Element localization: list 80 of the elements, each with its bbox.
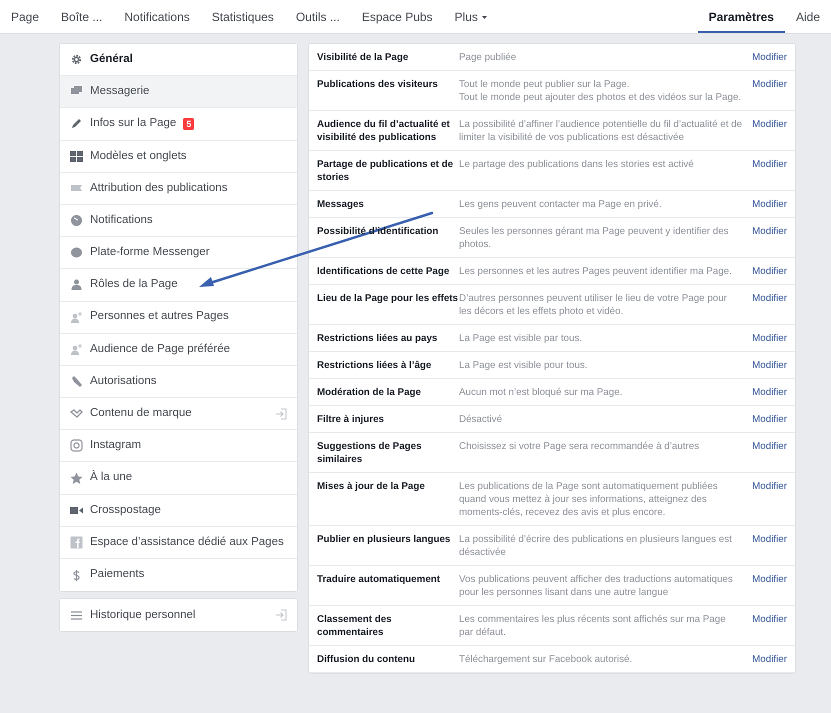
nav-tab[interactable]: Notifications	[113, 0, 201, 33]
setting-description: Les publications de la Page sont automatiquement publiées quand vous mettez à jour ses informations, atteignez des moments-clés, recevez des avis et plus encore.	[459, 480, 719, 519]
setting-label: Modération de la Page	[317, 386, 422, 399]
camera-icon	[70, 439, 83, 452]
setting-label: Classement des commentaires	[317, 613, 393, 639]
setting-description: D’autres personnes peuvent utiliser le lieu de votre Page pour les décors et les effets photo et vidéo.	[459, 292, 728, 318]
setting-label: Diffusion du contenu	[317, 653, 416, 666]
setting-label: Publier en plusieurs langues	[317, 533, 452, 547]
nav-tab[interactable]: Plus	[444, 0, 498, 33]
setting-label: Restrictions liées à l’âge	[317, 359, 432, 372]
edit-link[interactable]: Modifier	[752, 225, 787, 238]
setting-description: Tout le monde peut publier sur la Page. Tout le monde peut ajouter des photos et des vidéos sur la Page.	[459, 78, 742, 104]
setting-description: La Page est visible pour tous.	[459, 359, 589, 372]
edit-link[interactable]: Modifier	[752, 480, 787, 493]
setting-label: Identifications de cette Page	[317, 265, 450, 278]
edit-link[interactable]: Modifier	[752, 413, 787, 426]
sidebar-item[interactable]: Historique personnel	[60, 599, 297, 632]
edit-link[interactable]: Modifier	[752, 573, 787, 586]
setting-description: Les gens peuvent contacter ma Page en privé.	[459, 198, 663, 211]
setting-label: Filtre à injures	[317, 413, 385, 426]
setting-description: Désactivé	[459, 413, 504, 426]
speech-bubble-icon	[70, 246, 83, 260]
nav-tab[interactable]: Outils ...	[284, 0, 351, 33]
setting-label: Mises à jour de la Page	[317, 480, 426, 494]
nav-tab[interactable]: Paramètres	[698, 0, 785, 33]
edit-link[interactable]: Modifier	[752, 386, 787, 399]
setting-description: Le partage des publications dans les stories est activé	[459, 158, 695, 172]
person-plus-icon	[70, 310, 83, 324]
person-plus-icon	[70, 342, 83, 356]
nav-tab[interactable]: Aide	[784, 0, 831, 33]
setting-label: Traduire automatiquement	[317, 573, 442, 587]
setting-description: Seules les personnes gérant ma Page peuvent y identifier des photos.	[459, 225, 730, 251]
setting-description: Vos publications peuvent afficher des traductions automatiques pour les personnes lisant dans une autre langue	[459, 573, 734, 599]
setting-description: Les commentaires les plus récents sont affichés sur ma Page par défaut.	[459, 613, 727, 639]
setting-description: La possibilité d’écrire des publications en plusieurs langues est désactivée	[459, 533, 733, 559]
handshake-icon	[70, 407, 83, 420]
setting-description: Choisissez si votre Page sera recommandée à d’autres	[459, 440, 700, 454]
nav-tab[interactable]: Espace Pubs	[350, 0, 444, 33]
edit-link[interactable]: Modifier	[752, 613, 787, 626]
grid-icon	[70, 150, 83, 163]
setting-description: La Page est visible par tous.	[459, 332, 584, 345]
nav-tab[interactable]: Statistiques	[200, 0, 285, 33]
gear-icon	[70, 53, 83, 66]
edit-link[interactable]: Modifier	[752, 292, 787, 305]
nav-tab[interactable]: Page	[0, 0, 50, 33]
setting-label: Visibilité de la Page	[317, 51, 410, 64]
setting-label: Partage de publications et de stories	[317, 158, 454, 184]
wrench-icon	[70, 374, 83, 388]
setting-description: Téléchargement sur Facebook autorisé.	[459, 653, 634, 666]
count-badge: 5	[183, 118, 194, 130]
sidebar-item[interactable]: Messagerie	[60, 76, 297, 108]
globe-icon	[70, 214, 83, 228]
edit-link[interactable]: Modifier	[752, 198, 787, 211]
setting-label: Lieu de la Page pour les effets	[317, 292, 459, 306]
edit-link[interactable]: Modifier	[752, 51, 787, 64]
edit-link[interactable]: Modifier	[752, 440, 787, 453]
setting-description: Page publiée	[459, 51, 518, 64]
edit-link[interactable]: Modifier	[752, 158, 787, 171]
edit-link[interactable]: Modifier	[752, 265, 787, 278]
setting-description: La possibilité d’affiner l’audience potentielle du fil d’actualité et de limiter la visibilité de vos publications est désactivée	[459, 118, 744, 144]
f-square-icon	[70, 536, 83, 549]
nav-tab[interactable]: Boîte ...	[50, 0, 114, 33]
edit-link[interactable]: Modifier	[752, 332, 787, 345]
star-icon	[70, 472, 83, 485]
setting-description: Les personnes et les autres Pages peuvent identifier ma Page.	[459, 265, 733, 278]
setting-label: Publications des visiteurs	[317, 78, 439, 92]
edit-link[interactable]: Modifier	[752, 359, 787, 372]
person-icon	[70, 278, 83, 292]
sidebar-item[interactable]: Général	[60, 44, 297, 76]
edit-link[interactable]: Modifier	[752, 533, 787, 546]
setting-description: Aucun mot n’est bloqué sur ma Page.	[459, 386, 624, 399]
pencil-icon	[70, 117, 83, 130]
setting-label: Messages	[317, 198, 365, 211]
edit-link[interactable]: Modifier	[752, 118, 787, 131]
setting-label: Restrictions liées au pays	[317, 332, 438, 345]
setting-label: Suggestions de Pages similaires	[317, 440, 423, 466]
setting-label: Audience du fil d’actualité et visibilité des publications	[317, 118, 451, 144]
list-icon	[70, 608, 83, 622]
edit-link[interactable]: Modifier	[752, 78, 787, 91]
edit-link[interactable]: Modifier	[752, 653, 787, 666]
